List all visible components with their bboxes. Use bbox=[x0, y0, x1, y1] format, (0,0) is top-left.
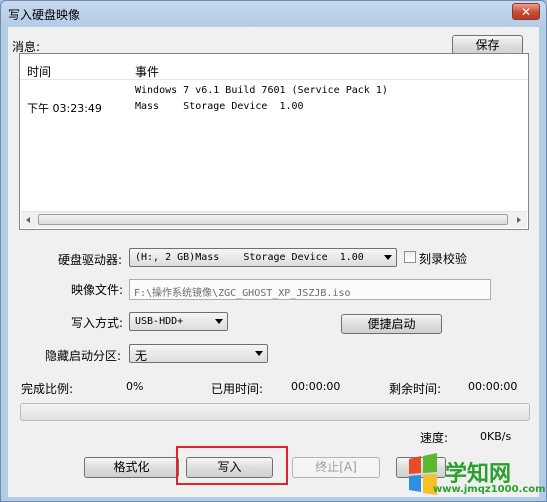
row-event: Windows 7 v6.1 Build 7601 (Service Pack … bbox=[135, 85, 388, 96]
scroll-thumb[interactable] bbox=[38, 214, 508, 225]
image-file-field[interactable]: F:\操作系统镜像\ZGC_GHOST_XP_JSZJB.iso bbox=[129, 279, 491, 300]
drive-value: (H:, 2 GB)Mass Storage Device 1.00 bbox=[135, 252, 364, 263]
stop-button: 终止[A] bbox=[292, 457, 380, 478]
close-icon: ✕ bbox=[520, 5, 532, 19]
chevron-down-icon bbox=[255, 351, 263, 356]
complete-ratio-label: 完成比例: bbox=[21, 382, 74, 396]
save-button[interactable]: 保存 bbox=[452, 35, 523, 55]
elapsed-time-label: 已用时间: bbox=[211, 382, 264, 396]
image-file-value: F:\操作系统镜像\ZGC_GHOST_XP_JSZJB.iso bbox=[134, 288, 351, 299]
speed-label: 速度: bbox=[420, 431, 449, 445]
drive-label: 硬盘驱动器: bbox=[58, 253, 123, 267]
hidden-partition-select[interactable]: 无 bbox=[129, 344, 268, 363]
row-event: Mass Storage Device 1.00 bbox=[135, 101, 304, 112]
chevron-down-icon bbox=[215, 319, 223, 324]
highlight-box bbox=[176, 446, 288, 485]
write-mode-select[interactable]: USB-HDD+ bbox=[129, 312, 228, 331]
chevron-down-icon bbox=[384, 255, 392, 260]
dialog-body: 消息: 保存 时间 事件 Windows 7 v6.1 Build 7601 (… bbox=[8, 27, 539, 497]
horizontal-scrollbar[interactable] bbox=[21, 211, 527, 228]
image-file-label: 映像文件: bbox=[71, 283, 124, 297]
close-button[interactable]: ✕ bbox=[512, 3, 540, 20]
format-button[interactable]: 格式化 bbox=[84, 457, 179, 478]
complete-ratio-value: 0% bbox=[126, 380, 144, 393]
speed-value: 0KB/s bbox=[480, 430, 512, 443]
hidden-partition-value: 无 bbox=[135, 349, 148, 363]
header-divider bbox=[20, 79, 528, 80]
quick-boot-button[interactable]: 便捷启动 bbox=[341, 314, 442, 334]
watermark: 学知网 www.jmqz1000.com bbox=[401, 453, 546, 499]
hidden-partition-label: 隐藏启动分区: bbox=[45, 349, 122, 363]
scroll-left-icon[interactable] bbox=[26, 217, 30, 223]
drive-select[interactable]: (H:, 2 GB)Mass Storage Device 1.00 bbox=[129, 248, 397, 267]
message-list[interactable]: 时间 事件 Windows 7 v6.1 Build 7601 (Service… bbox=[19, 53, 529, 230]
elapsed-time-value: 00:00:00 bbox=[291, 380, 341, 393]
scroll-right-icon[interactable] bbox=[517, 217, 521, 223]
remaining-time-label: 剩余时间: bbox=[389, 382, 442, 396]
verify-label: 刻录校验 bbox=[419, 252, 468, 266]
progress-bar bbox=[20, 403, 530, 421]
row-time: 下午 03:23:49 bbox=[27, 102, 102, 115]
write-disk-image-window: 写入硬盘映像 ✕ 消息: 保存 时间 事件 Windows 7 v6.1 Bui… bbox=[0, 0, 547, 502]
title-bar[interactable]: 写入硬盘映像 ✕ bbox=[1, 1, 546, 25]
write-mode-label: 写入方式: bbox=[71, 316, 124, 330]
verify-checkbox[interactable] bbox=[404, 251, 416, 263]
column-header-event: 事件 bbox=[135, 65, 160, 79]
column-header-time: 时间 bbox=[27, 65, 52, 79]
write-mode-value: USB-HDD+ bbox=[135, 316, 184, 327]
watermark-url: www.jmqz1000.com bbox=[433, 484, 546, 495]
window-title: 写入硬盘映像 bbox=[8, 8, 81, 22]
remaining-time-value: 00:00:00 bbox=[468, 380, 518, 393]
